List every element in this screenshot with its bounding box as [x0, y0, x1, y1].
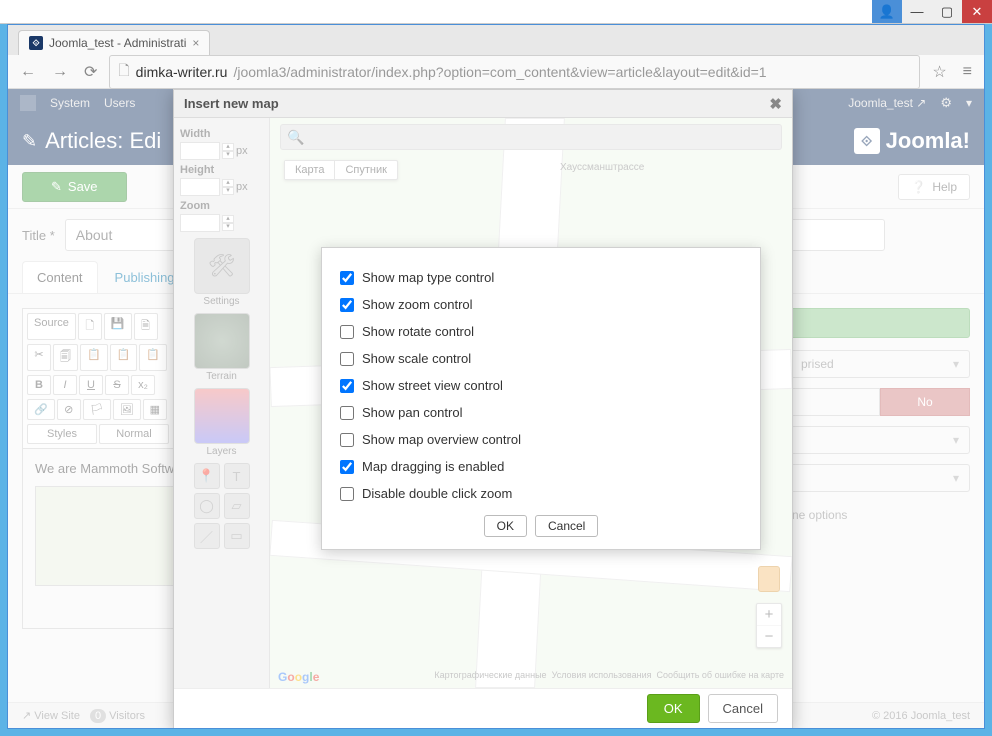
- settings-option-row[interactable]: Disable double click zoom: [340, 480, 742, 507]
- url-domain: dimka-writer.ru: [136, 64, 228, 80]
- tab-close-icon[interactable]: ×: [192, 36, 199, 50]
- address-bar: ← → ⟳ 🗋 dimka-writer.ru/joomla3/administ…: [8, 55, 984, 89]
- menu-icon[interactable]: ≡: [959, 63, 976, 81]
- modal-title: Insert new map: [184, 96, 279, 111]
- url-input[interactable]: 🗋 dimka-writer.ru/joomla3/administrator/…: [109, 55, 920, 89]
- browser-tab[interactable]: ⟐ Joomla_test - Administrati ×: [18, 30, 210, 55]
- settings-option-label: Show map overview control: [362, 432, 521, 447]
- settings-checkbox[interactable]: [340, 271, 354, 285]
- settings-checkbox[interactable]: [340, 379, 354, 393]
- modal-cancel-button[interactable]: Cancel: [708, 694, 778, 723]
- browser-window: ⟐ Joomla_test - Administrati × ← → ⟳ 🗋 d…: [7, 24, 985, 729]
- settings-option-row[interactable]: Show map overview control: [340, 426, 742, 453]
- settings-option-label: Show zoom control: [362, 297, 473, 312]
- settings-option-row[interactable]: Show scale control: [340, 345, 742, 372]
- win-user-button[interactable]: 👤: [872, 0, 902, 23]
- settings-option-row[interactable]: Map dragging is enabled: [340, 453, 742, 480]
- settings-option-label: Show rotate control: [362, 324, 474, 339]
- forward-icon[interactable]: →: [48, 63, 72, 81]
- settings-checkbox[interactable]: [340, 298, 354, 312]
- tab-strip: ⟐ Joomla_test - Administrati ×: [8, 25, 984, 55]
- settings-option-label: Show scale control: [362, 351, 471, 366]
- settings-checkbox[interactable]: [340, 487, 354, 501]
- settings-checkbox[interactable]: [340, 352, 354, 366]
- settings-option-row[interactable]: Show rotate control: [340, 318, 742, 345]
- settings-option-label: Disable double click zoom: [362, 486, 512, 501]
- settings-option-label: Show map type control: [362, 270, 494, 285]
- page-icon: 🗋: [118, 60, 129, 84]
- reload-icon[interactable]: ⟳: [80, 62, 101, 82]
- settings-ok-button[interactable]: OK: [484, 515, 527, 537]
- modal-header: Insert new map ✖: [174, 90, 792, 118]
- back-icon[interactable]: ←: [16, 63, 40, 81]
- windows-titlebar: 👤 ― ▢ ✕: [0, 0, 992, 24]
- modal-ok-button[interactable]: OK: [647, 694, 700, 723]
- settings-checkbox[interactable]: [340, 325, 354, 339]
- settings-option-row[interactable]: Show zoom control: [340, 291, 742, 318]
- modal-close-icon[interactable]: ✖: [769, 95, 782, 113]
- joomla-favicon-icon: ⟐: [29, 36, 43, 50]
- win-close-button[interactable]: ✕: [962, 0, 992, 23]
- win-minimize-button[interactable]: ―: [902, 0, 932, 23]
- settings-option-row[interactable]: Show map type control: [340, 264, 742, 291]
- settings-cancel-button[interactable]: Cancel: [535, 515, 598, 537]
- settings-option-row[interactable]: Show pan control: [340, 399, 742, 426]
- settings-option-label: Show street view control: [362, 378, 503, 393]
- modal-footer: OK Cancel: [174, 688, 792, 728]
- map-settings-popup: Show map type control Show zoom control Sh…: [321, 247, 761, 550]
- settings-option-label: Map dragging is enabled: [362, 459, 504, 474]
- url-path: /joomla3/administrator/index.php?option=…: [233, 64, 766, 80]
- settings-checkbox[interactable]: [340, 433, 354, 447]
- settings-checkbox[interactable]: [340, 406, 354, 420]
- tab-title: Joomla_test - Administrati: [49, 36, 186, 50]
- bookmark-icon[interactable]: ☆: [928, 62, 950, 82]
- sidebar-dim-overlay: [174, 118, 270, 688]
- win-maximize-button[interactable]: ▢: [932, 0, 962, 23]
- page-content: System Users Joomla_test ↗ ⚙ ▾ ✎ Article…: [8, 89, 984, 728]
- settings-option-row[interactable]: Show street view control: [340, 372, 742, 399]
- settings-option-label: Show pan control: [362, 405, 462, 420]
- settings-checkbox[interactable]: [340, 460, 354, 474]
